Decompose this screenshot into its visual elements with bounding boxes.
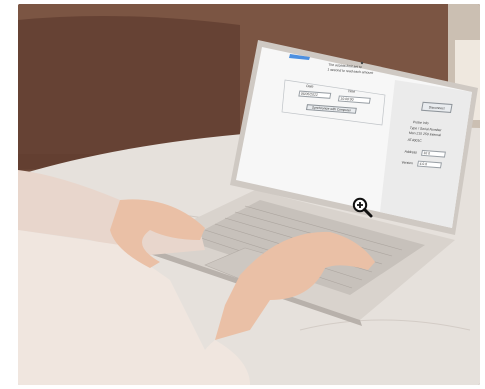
address-label: Address [404, 149, 418, 155]
time-field[interactable]: 10:00:00 [337, 95, 371, 104]
disconnect-button[interactable]: Disconnect [421, 101, 453, 113]
probe-model: Mon 215 250 Internal [408, 130, 442, 138]
probe-info-title: Probe Info [412, 120, 429, 126]
version-label: Version [401, 160, 414, 166]
address-field[interactable]: 10 0 [420, 149, 446, 158]
laptop-screen-ui: The access limit set to 1 second to read… [227, 51, 480, 219]
date-field[interactable]: 06/05/2022 [298, 90, 332, 99]
notice-line-2: 1 second to read each amount [327, 67, 374, 75]
version-field[interactable]: 4.0.0 [416, 160, 442, 169]
probe-id: AT4001C [407, 137, 423, 143]
time-label: Time [347, 89, 356, 94]
sync-with-computer-button[interactable]: Synchronize with Computer [305, 104, 357, 114]
date-label: Date [305, 84, 314, 89]
photo: The access limit set to 1 second to read… [18, 4, 480, 385]
zoom-in-cursor-icon [352, 197, 374, 219]
